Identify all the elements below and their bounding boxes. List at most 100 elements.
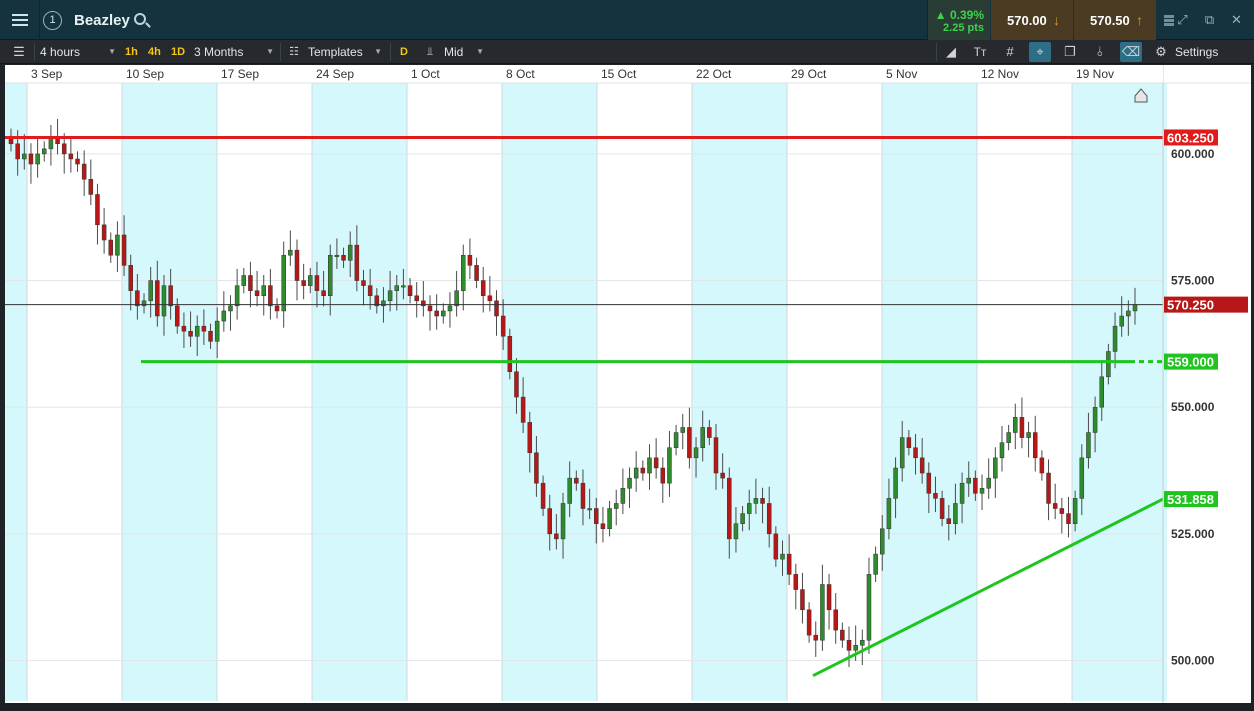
candle-body bbox=[913, 447, 918, 459]
candle-body bbox=[407, 285, 413, 297]
candle-body bbox=[168, 285, 173, 307]
week-shade bbox=[692, 83, 787, 701]
candle-body bbox=[746, 503, 752, 514]
candle-body bbox=[314, 275, 320, 291]
candle-body bbox=[640, 467, 646, 474]
candle-body bbox=[1019, 417, 1025, 438]
search-icon[interactable] bbox=[134, 13, 146, 25]
candle-body bbox=[181, 325, 187, 332]
quick-1h-button[interactable]: 1h bbox=[125, 40, 138, 64]
sell-price: 570.00 bbox=[1007, 13, 1047, 28]
candle-body bbox=[434, 310, 439, 317]
candle-body bbox=[667, 447, 672, 484]
candle-body bbox=[1112, 325, 1118, 352]
trendline-icon[interactable]: ◢ bbox=[940, 42, 962, 62]
y-tick-label: 500.000 bbox=[1171, 653, 1215, 667]
candle-body bbox=[161, 285, 167, 317]
candle-body bbox=[660, 467, 666, 484]
candle-body bbox=[547, 508, 552, 535]
trendline-price-tag: 531.858 bbox=[1167, 492, 1214, 507]
candle-body bbox=[733, 523, 739, 540]
candle-body bbox=[75, 158, 80, 165]
candle-body bbox=[341, 254, 346, 261]
candle-body bbox=[308, 275, 313, 286]
candle-body bbox=[268, 285, 273, 307]
watchlist-number-badge[interactable]: 1 bbox=[43, 11, 62, 30]
x-tick-label: 22 Oct bbox=[696, 67, 732, 81]
indicator-icon[interactable]: ⫰ bbox=[1089, 42, 1111, 62]
candle-body bbox=[494, 300, 499, 317]
x-tick-label: 1 Oct bbox=[411, 67, 440, 81]
candle-body bbox=[101, 224, 107, 241]
interval-dropdown[interactable]: 4 hours bbox=[40, 40, 116, 64]
sell-button[interactable]: 570.00 ↓ bbox=[991, 0, 1073, 40]
hamburger-icon[interactable] bbox=[0, 0, 40, 40]
candle-body bbox=[540, 482, 546, 509]
list-icon[interactable]: ☰ bbox=[8, 42, 30, 62]
candle-body bbox=[301, 280, 306, 286]
candle-body bbox=[228, 305, 233, 312]
candle-body bbox=[926, 472, 932, 494]
candle-body bbox=[973, 477, 978, 494]
range-dropdown[interactable]: 3 Months bbox=[194, 40, 274, 64]
candle-body bbox=[35, 153, 40, 165]
candle-body bbox=[647, 457, 652, 474]
quick-1d-button[interactable]: 1D bbox=[171, 40, 185, 64]
grid-icon[interactable]: # bbox=[999, 42, 1021, 62]
candle-body bbox=[487, 295, 493, 302]
candle-body bbox=[201, 325, 207, 332]
candle-body bbox=[108, 239, 114, 256]
candle-body bbox=[128, 265, 133, 291]
candle-body bbox=[946, 518, 952, 524]
layers-icon[interactable]: ❐ bbox=[1059, 42, 1081, 62]
candle-body bbox=[527, 422, 533, 454]
popout-icon[interactable]: ⧉ bbox=[1196, 0, 1223, 40]
x-tick-label: 5 Nov bbox=[886, 67, 917, 81]
price-type-dropdown[interactable]: Mid bbox=[444, 40, 484, 64]
crosshair-icon[interactable]: ⌖ bbox=[1029, 42, 1051, 62]
candle-body bbox=[68, 153, 74, 160]
templates-icon[interactable]: ☷ bbox=[284, 42, 304, 62]
candle-body bbox=[953, 503, 958, 524]
candles-icon[interactable]: ⫫ bbox=[420, 42, 440, 62]
candle-body bbox=[560, 503, 566, 540]
candle-body bbox=[567, 477, 572, 504]
text-tool-icon[interactable]: Tт bbox=[969, 42, 991, 62]
buy-button[interactable]: 570.50 ↑ bbox=[1074, 0, 1156, 40]
tag-icon[interactable]: ⌫ bbox=[1120, 42, 1142, 62]
week-shade bbox=[312, 83, 407, 701]
chart-toolbar: ☰ 4 hours 1h 4h 1D 3 Months ☷ Templates … bbox=[0, 40, 1254, 64]
candle-body bbox=[853, 645, 858, 651]
sell-arrow-icon: ↓ bbox=[1053, 12, 1060, 28]
candle-body bbox=[441, 310, 446, 317]
candle-body bbox=[687, 427, 692, 459]
templates-dropdown[interactable]: Templates bbox=[308, 40, 382, 64]
candle-body bbox=[274, 305, 280, 312]
candle-body bbox=[959, 482, 965, 504]
candle-body bbox=[115, 234, 120, 256]
candle-body bbox=[281, 254, 286, 312]
candle-body bbox=[48, 138, 54, 150]
expand-icon[interactable]: ⤢ bbox=[1169, 0, 1196, 40]
candle-body bbox=[713, 437, 719, 474]
close-icon[interactable]: ✕ bbox=[1223, 0, 1250, 40]
candle-body bbox=[919, 457, 925, 474]
candle-body bbox=[81, 163, 87, 180]
candle-body bbox=[1046, 472, 1051, 504]
change-percent: ▲ 0.39% bbox=[934, 8, 984, 22]
week-shade bbox=[122, 83, 217, 701]
candle-body bbox=[740, 513, 745, 524]
gear-icon[interactable]: ⚙ bbox=[1150, 42, 1172, 62]
candle-body bbox=[175, 305, 180, 327]
candle-body bbox=[707, 427, 712, 438]
candle-body bbox=[906, 437, 912, 448]
y-tick-label: 550.000 bbox=[1171, 400, 1215, 414]
settings-button[interactable]: Settings bbox=[1175, 40, 1218, 64]
candle-body bbox=[653, 457, 659, 469]
candle-body bbox=[993, 457, 998, 479]
candle-body bbox=[394, 285, 400, 291]
candle-body bbox=[28, 153, 34, 165]
d-button[interactable]: D bbox=[400, 40, 408, 64]
price-chart[interactable]: 525.000 550.000 575.000 600.000 500.000 603.2… bbox=[5, 65, 1251, 705]
quick-4h-button[interactable]: 4h bbox=[148, 40, 161, 64]
